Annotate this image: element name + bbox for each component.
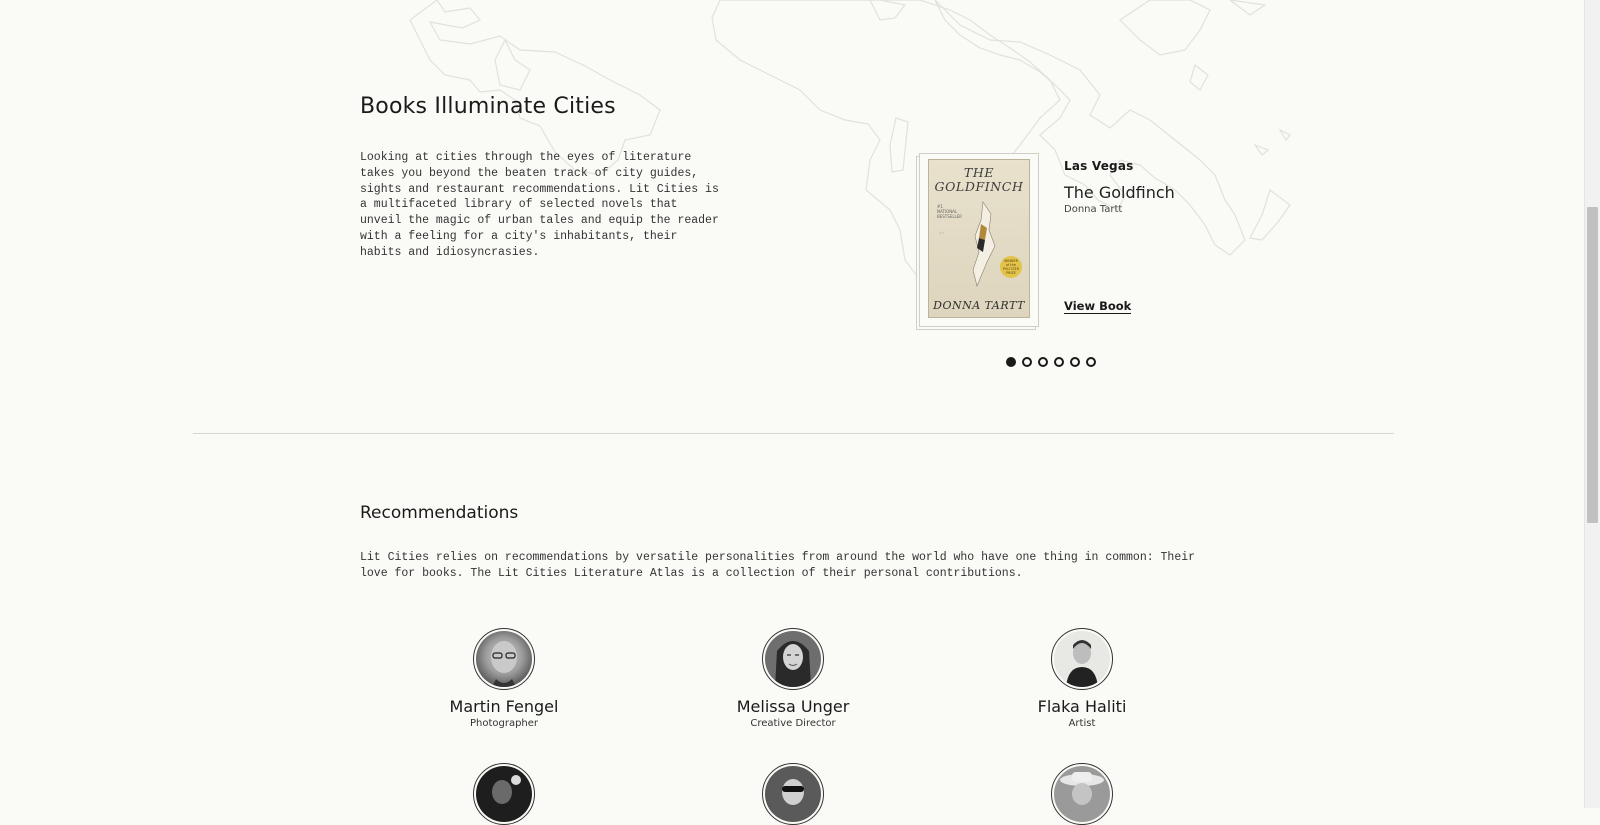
- recommender-card-partial[interactable]: [982, 763, 1182, 825]
- avatar[interactable]: [762, 763, 824, 825]
- cover-title-line-2: GOLDFINCH: [934, 179, 1024, 194]
- book-cover-image[interactable]: THE GOLDFINCH #1 NATIONAL BESTSELLER “ ”…: [928, 159, 1030, 318]
- intro-text: Looking at cities through the eyes of li…: [360, 151, 719, 259]
- recommender-name[interactable]: Martin Fengel: [404, 697, 604, 716]
- avatar[interactable]: [473, 763, 535, 825]
- page-scrollbar[interactable]: [1584, 0, 1600, 808]
- carousel-pagination: [1006, 357, 1096, 367]
- portrait-photo: [1060, 772, 1104, 805]
- cover-quote: “ ”: [939, 232, 944, 236]
- book-cover-stack[interactable]: THE GOLDFINCH #1 NATIONAL BESTSELLER “ ”…: [916, 150, 1040, 330]
- portrait-photo: [775, 641, 811, 687]
- recommender-name[interactable]: Flaka Haliti: [982, 697, 1182, 716]
- portrait-photo: [782, 779, 804, 805]
- book-city: Las Vegas: [1064, 159, 1134, 173]
- carousel-dot[interactable]: [1086, 357, 1096, 367]
- recommender-role: Artist: [1068, 718, 1096, 729]
- portrait-photo: [492, 775, 521, 804]
- recommender-card[interactable]: Flaka Haliti Artist: [982, 628, 1182, 729]
- carousel-dot[interactable]: [1054, 357, 1064, 367]
- cover-title: THE GOLDFINCH: [929, 166, 1029, 194]
- intro-title: Books Illuminate Cities: [360, 94, 616, 119]
- recommender-card-partial[interactable]: [404, 763, 604, 825]
- cover-title-line-1: THE: [963, 165, 995, 180]
- portrait-photo: [1066, 640, 1098, 687]
- avatar[interactable]: [473, 628, 535, 690]
- recommender-role: Photographer: [469, 718, 539, 729]
- cover-author: DONNA TARTT: [933, 299, 1025, 312]
- scrollbar-thumb[interactable]: [1587, 207, 1598, 523]
- recommender-card[interactable]: Martin Fengel Photographer: [404, 628, 604, 729]
- portrait-photo: [491, 641, 517, 687]
- view-book-link[interactable]: View Book: [1064, 300, 1132, 314]
- cover-tagline: #1 NATIONAL BESTSELLER: [937, 204, 963, 219]
- avatar[interactable]: [1051, 628, 1113, 690]
- recommender-role: Creative Director: [750, 718, 836, 729]
- recommender-card[interactable]: Melissa Unger Creative Director: [693, 628, 893, 729]
- cover-award-seal: WINNER of the PULITZER PRIZE: [1000, 256, 1022, 278]
- recommender-name[interactable]: Melissa Unger: [693, 697, 893, 716]
- avatar[interactable]: [762, 628, 824, 690]
- torn-paper-art: [972, 201, 996, 287]
- book-author: Donna Tartt: [1064, 204, 1123, 215]
- recommendations-text: Lit Cities relies on recommendations by …: [360, 551, 1196, 580]
- carousel-dot[interactable]: [1070, 357, 1080, 367]
- section-divider: [193, 433, 1394, 434]
- book-title: The Goldfinch: [1064, 183, 1175, 202]
- carousel-dot[interactable]: [1006, 357, 1016, 367]
- recommendations-title: Recommendations: [360, 503, 519, 523]
- carousel-dot[interactable]: [1022, 357, 1032, 367]
- carousel-dot[interactable]: [1038, 357, 1048, 367]
- recommender-card-partial[interactable]: [693, 763, 893, 825]
- avatar[interactable]: [1051, 763, 1113, 825]
